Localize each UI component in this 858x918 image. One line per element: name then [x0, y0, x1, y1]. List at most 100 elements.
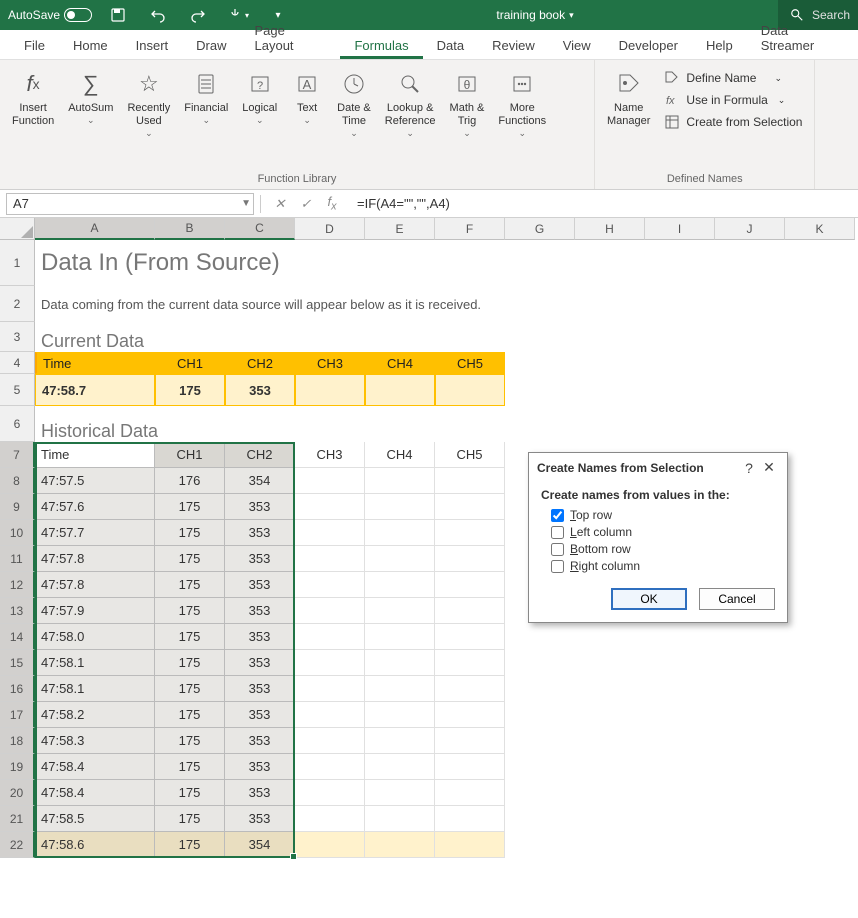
- cell[interactable]: [295, 806, 365, 832]
- checkbox-bottom-row[interactable]: Bottom row: [551, 542, 775, 556]
- cell[interactable]: [435, 728, 505, 754]
- cell[interactable]: [365, 832, 435, 858]
- cell[interactable]: 175: [155, 374, 225, 406]
- cell[interactable]: 353: [225, 754, 295, 780]
- redo-button[interactable]: [184, 1, 212, 29]
- col-H[interactable]: H: [575, 218, 645, 240]
- row-13[interactable]: 13: [0, 598, 35, 624]
- col-B[interactable]: B: [155, 218, 225, 240]
- cell[interactable]: [365, 468, 435, 494]
- cell[interactable]: [435, 598, 505, 624]
- cell[interactable]: [365, 624, 435, 650]
- autosum-button[interactable]: ∑AutoSum⌄: [62, 64, 119, 130]
- ok-button[interactable]: OK: [611, 588, 687, 610]
- col-J[interactable]: J: [715, 218, 785, 240]
- text-button[interactable]: AText⌄: [285, 64, 329, 130]
- name-manager-button[interactable]: Name Manager: [601, 64, 656, 132]
- cell[interactable]: 47:58.4: [35, 780, 155, 806]
- cell[interactable]: [435, 650, 505, 676]
- row-22[interactable]: 22: [0, 832, 35, 858]
- col-C[interactable]: C: [225, 218, 295, 240]
- save-button[interactable]: [104, 1, 132, 29]
- row-19[interactable]: 19: [0, 754, 35, 780]
- tab-insert[interactable]: Insert: [122, 32, 183, 59]
- row-8[interactable]: 8: [0, 468, 35, 494]
- cell[interactable]: 354: [225, 832, 295, 858]
- cell[interactable]: [295, 624, 365, 650]
- row-17[interactable]: 17: [0, 702, 35, 728]
- tab-developer[interactable]: Developer: [605, 32, 692, 59]
- cell[interactable]: [295, 676, 365, 702]
- cell[interactable]: [365, 494, 435, 520]
- tab-file[interactable]: File: [10, 32, 59, 59]
- tab-draw[interactable]: Draw: [182, 32, 240, 59]
- cancel-button[interactable]: Cancel: [699, 588, 775, 610]
- col-G[interactable]: G: [505, 218, 575, 240]
- cell[interactable]: [365, 650, 435, 676]
- cell[interactable]: CH1: [155, 352, 225, 374]
- cell[interactable]: [365, 728, 435, 754]
- toggle-off-icon[interactable]: [64, 8, 92, 22]
- row-6[interactable]: 6: [0, 406, 35, 442]
- row-18[interactable]: 18: [0, 728, 35, 754]
- chevron-down-icon[interactable]: ▾: [569, 10, 574, 21]
- cell[interactable]: [295, 728, 365, 754]
- row-2[interactable]: 2: [0, 286, 35, 322]
- checkbox-left-column[interactable]: Left column: [551, 525, 775, 539]
- select-all-corner[interactable]: [0, 218, 35, 240]
- cell[interactable]: [295, 572, 365, 598]
- row-14[interactable]: 14: [0, 624, 35, 650]
- cell[interactable]: [435, 520, 505, 546]
- tab-page-layout[interactable]: Page Layout: [241, 17, 341, 59]
- close-button[interactable]: ✕: [759, 459, 779, 476]
- cell[interactable]: 47:58.4: [35, 754, 155, 780]
- row-15[interactable]: 15: [0, 650, 35, 676]
- help-button[interactable]: ?: [739, 460, 759, 476]
- cell[interactable]: 175: [155, 806, 225, 832]
- cell[interactable]: 47:58.1: [35, 650, 155, 676]
- cell[interactable]: Time: [35, 352, 155, 374]
- cell[interactable]: [295, 546, 365, 572]
- cell[interactable]: 175: [155, 650, 225, 676]
- cell[interactable]: 353: [225, 806, 295, 832]
- cell[interactable]: [295, 468, 365, 494]
- col-K[interactable]: K: [785, 218, 855, 240]
- tab-formulas[interactable]: Formulas: [340, 32, 422, 59]
- use-in-formula-button[interactable]: fxUse in Formula⌄: [658, 90, 808, 110]
- cell[interactable]: [365, 520, 435, 546]
- col-E[interactable]: E: [365, 218, 435, 240]
- cell[interactable]: 353: [225, 546, 295, 572]
- cell[interactable]: [365, 546, 435, 572]
- row-5[interactable]: 5: [0, 374, 35, 406]
- cell[interactable]: 176: [155, 468, 225, 494]
- recently-used-button[interactable]: ☆Recently Used⌄: [121, 64, 176, 143]
- row-1[interactable]: 1: [0, 240, 35, 286]
- cell[interactable]: [365, 806, 435, 832]
- row-21[interactable]: 21: [0, 806, 35, 832]
- more-functions-button[interactable]: More Functions⌄: [492, 64, 552, 143]
- define-name-button[interactable]: Define Name⌄: [658, 68, 808, 88]
- cell[interactable]: [435, 546, 505, 572]
- cell[interactable]: CH4: [365, 352, 435, 374]
- tab-help[interactable]: Help: [692, 32, 747, 59]
- cell[interactable]: [435, 754, 505, 780]
- cell[interactable]: [295, 494, 365, 520]
- cell[interactable]: 47:58.3: [35, 728, 155, 754]
- checkbox-right-column[interactable]: Right column: [551, 559, 775, 573]
- cell[interactable]: 47:58.0: [35, 624, 155, 650]
- cell[interactable]: 353: [225, 598, 295, 624]
- undo-button[interactable]: [144, 1, 172, 29]
- cell[interactable]: 175: [155, 702, 225, 728]
- col-I[interactable]: I: [645, 218, 715, 240]
- cell[interactable]: 47:57.5: [35, 468, 155, 494]
- date-time-button[interactable]: Date & Time⌄: [331, 64, 377, 143]
- col-A[interactable]: A: [35, 218, 155, 240]
- cell[interactable]: [365, 702, 435, 728]
- cell[interactable]: 175: [155, 598, 225, 624]
- cell[interactable]: 175: [155, 520, 225, 546]
- cell[interactable]: [435, 702, 505, 728]
- cell[interactable]: 353: [225, 650, 295, 676]
- cell[interactable]: [365, 572, 435, 598]
- cell[interactable]: CH4: [365, 442, 435, 468]
- financial-button[interactable]: Financial⌄: [178, 64, 234, 130]
